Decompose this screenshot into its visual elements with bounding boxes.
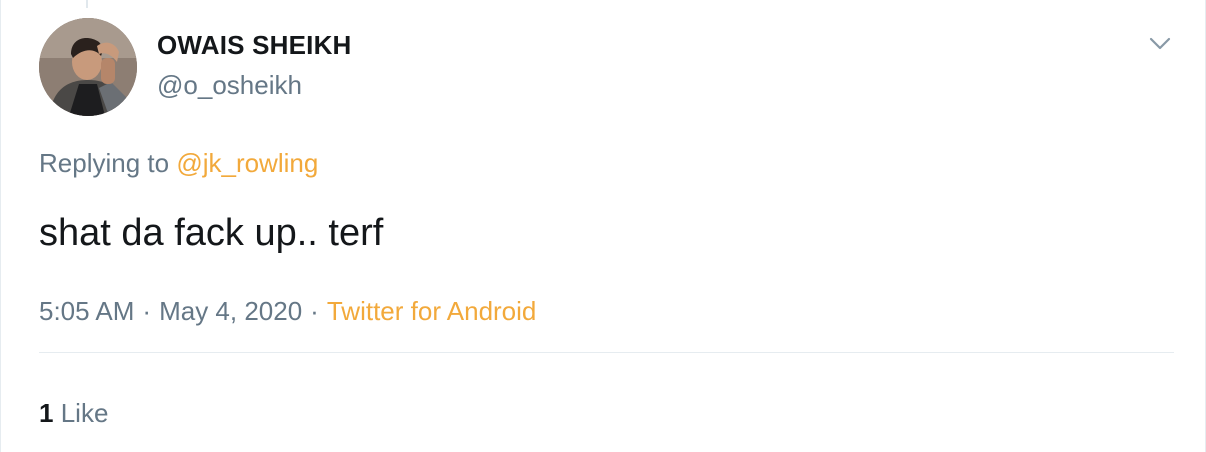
meta-separator: · [142, 296, 152, 326]
divider [39, 352, 1174, 353]
replying-to-label: Replying to [39, 148, 170, 178]
thread-connector [86, 0, 88, 8]
tweet-text: shat da fack up.. terf [39, 212, 384, 254]
meta-separator: · [310, 296, 319, 326]
tweet-source-link[interactable]: Twitter for Android [327, 296, 537, 326]
likes-count[interactable]: 1 Like [39, 398, 108, 429]
user-photo-avatar-icon [39, 18, 137, 116]
tweet-date[interactable]: May 4, 2020 [159, 296, 302, 326]
replying-to: Replying to @jk_rowling [39, 148, 318, 179]
tweet-metadata: 5:05 AM · May 4, 2020 · Twitter for Android [39, 296, 536, 327]
avatar[interactable] [39, 18, 137, 116]
reply-mention-link[interactable]: @jk_rowling [176, 148, 318, 178]
tweet-card: OWAIS SHEIKH @o_osheikh Replying to @jk_… [0, 0, 1206, 452]
author-handle[interactable]: @o_osheikh [157, 70, 302, 101]
like-count-value: 1 [39, 398, 54, 428]
chevron-down-icon[interactable] [1147, 30, 1173, 56]
like-count-label: Like [60, 398, 109, 428]
author-display-name[interactable]: OWAIS SHEIKH [157, 30, 352, 61]
tweet-time[interactable]: 5:05 AM [39, 296, 134, 326]
